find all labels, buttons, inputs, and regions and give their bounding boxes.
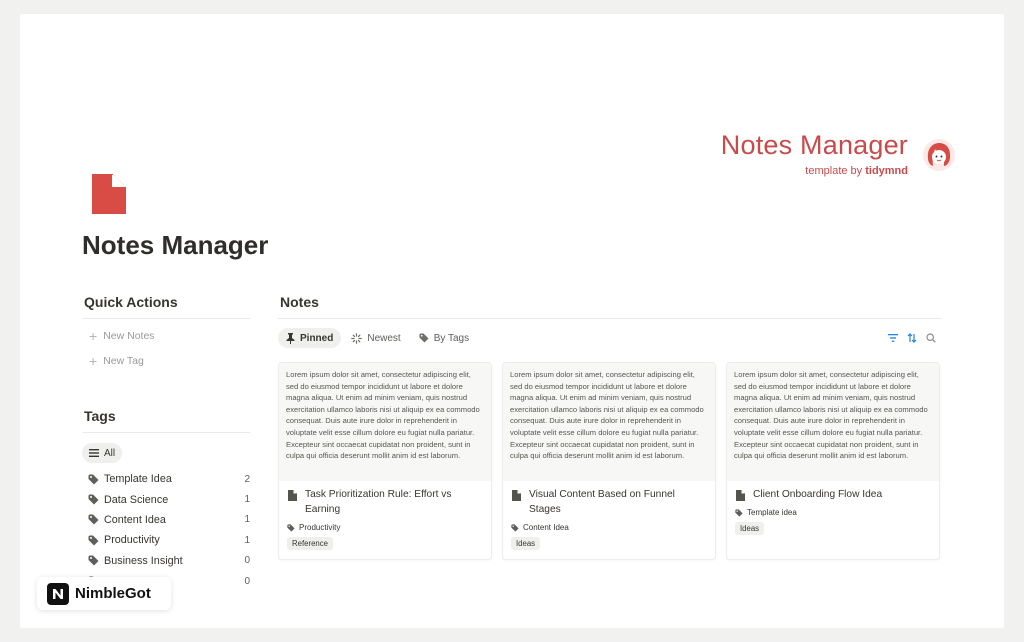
loading-icon — [351, 332, 363, 344]
notes-gallery: Lorem ipsum dolor sit amet, consectetur … — [278, 362, 942, 560]
document-icon — [92, 174, 126, 214]
note-title: Client Onboarding Flow Idea — [735, 487, 931, 502]
note-title: Task Prioritization Rule: Effort vs Earn… — [287, 487, 483, 517]
new-tag-button[interactable]: + New Tag — [82, 348, 250, 373]
tags-section: Tags All Template Idea 2 Data Science 1 … — [82, 408, 250, 591]
notes-heading: Notes — [278, 294, 942, 319]
brand-subtitle: template by tidymnd — [721, 165, 908, 177]
watermark-label: NimbleGot — [75, 585, 151, 602]
note-tag: Template idea — [735, 508, 931, 517]
note-tag: Content Idea — [511, 523, 707, 532]
new-tag-label: New Tag — [103, 354, 144, 367]
note-preview: Lorem ipsum dolor sit amet, consectetur … — [279, 363, 491, 481]
tags-heading: Tags — [82, 408, 250, 433]
list-icon — [89, 449, 99, 457]
watermark-badge: NimbleGot — [37, 577, 171, 610]
brand-author: tidymnd — [865, 165, 908, 177]
tag-item-template-idea[interactable]: Template Idea 2 — [82, 469, 250, 489]
tag-name: Productivity — [104, 534, 160, 547]
tab-all-tags[interactable]: All — [82, 443, 123, 463]
tag-item-content-idea[interactable]: Content Idea 1 — [82, 510, 250, 530]
note-tag-label: Template idea — [747, 508, 797, 517]
note-title-text: Visual Content Based on Funnel Stages — [529, 489, 675, 515]
tag-icon — [88, 494, 99, 505]
tab-label: Pinned — [300, 332, 334, 344]
page-icon — [736, 490, 745, 501]
note-card[interactable]: Lorem ipsum dolor sit amet, consectetur … — [278, 362, 492, 560]
plus-icon: + — [89, 327, 98, 344]
notes-view-tabs: Pinned Newest By Tags — [278, 327, 942, 349]
tag-icon — [88, 535, 99, 546]
brand-title: Notes Manager — [720, 130, 908, 160]
page-title: Notes Manager — [82, 230, 269, 260]
note-title-text: Task Prioritization Rule: Effort vs Earn… — [305, 489, 452, 515]
note-category-badge: Reference — [287, 537, 333, 550]
tab-by-tags[interactable]: By Tags — [411, 328, 477, 348]
page-icon — [512, 490, 521, 501]
nimblegot-logo-icon — [47, 582, 69, 605]
search-icon[interactable] — [926, 333, 936, 343]
note-card[interactable]: Lorem ipsum dolor sit amet, consectetur … — [726, 362, 940, 560]
tag-count: 2 — [244, 473, 250, 485]
sort-icon[interactable] — [907, 333, 917, 343]
tag-name: Data Science — [104, 493, 169, 506]
quick-actions-section: Quick Actions + New Notes + New Tag — [82, 294, 250, 373]
pin-icon — [286, 332, 295, 344]
all-tags-label: All — [104, 447, 116, 459]
tag-icon — [88, 474, 99, 485]
tag-count: 1 — [244, 514, 250, 526]
plus-icon: + — [89, 352, 98, 369]
note-title-text: Client Onboarding Flow Idea — [753, 489, 883, 500]
new-notes-button[interactable]: + New Notes — [82, 323, 250, 348]
tag-name: Content Idea — [104, 513, 166, 526]
note-tag: Productivity — [287, 523, 483, 532]
tab-newest[interactable]: Newest — [343, 328, 408, 348]
tag-item-data-science[interactable]: Data Science 1 — [82, 489, 250, 509]
note-preview: Lorem ipsum dolor sit amet, consectetur … — [503, 363, 715, 481]
page-icon — [288, 490, 297, 501]
tag-item-productivity[interactable]: Productivity 1 — [82, 530, 250, 550]
note-category-badge: Ideas — [735, 522, 765, 535]
tag-item-business-insight[interactable]: Business Insight 0 — [82, 551, 250, 571]
view-tools — [888, 333, 942, 343]
note-title: Visual Content Based on Funnel Stages — [511, 487, 707, 517]
notion-page: Notes Manager template by tidymnd Notes … — [20, 14, 1004, 628]
note-tag-label: Content Idea — [523, 523, 569, 532]
note-preview: Lorem ipsum dolor sit amet, consectetur … — [727, 363, 939, 481]
tag-icon — [287, 523, 295, 532]
brand-header: Notes Manager template by tidymnd — [721, 130, 908, 177]
filter-icon[interactable] — [888, 334, 898, 342]
tab-pinned[interactable]: Pinned — [278, 328, 342, 348]
tag-name: Template Idea — [104, 473, 172, 486]
tag-count: 0 — [244, 555, 250, 567]
tag-count: 1 — [244, 534, 250, 546]
tag-count: 0 — [244, 575, 250, 587]
note-category-badge: Ideas — [511, 537, 541, 550]
tag-count: 1 — [244, 494, 250, 506]
avatar-icon — [923, 139, 955, 171]
tag-icon — [511, 523, 519, 532]
quick-actions-heading: Quick Actions — [82, 294, 250, 319]
tab-label: By Tags — [433, 332, 470, 344]
tag-icon — [88, 514, 99, 525]
tag-icon — [735, 508, 743, 517]
tag-icon — [88, 555, 99, 566]
tag-icon — [419, 333, 429, 343]
tag-name: Business Insight — [104, 554, 183, 567]
tab-label: Newest — [367, 332, 401, 344]
new-notes-label: New Notes — [103, 329, 155, 342]
note-tag-label: Productivity — [299, 523, 341, 532]
brand-sub-prefix: template by — [805, 165, 866, 177]
notes-section: Notes Pinned Newest By Tags Lorem ipsum … — [278, 294, 942, 560]
note-card[interactable]: Lorem ipsum dolor sit amet, consectetur … — [502, 362, 716, 560]
